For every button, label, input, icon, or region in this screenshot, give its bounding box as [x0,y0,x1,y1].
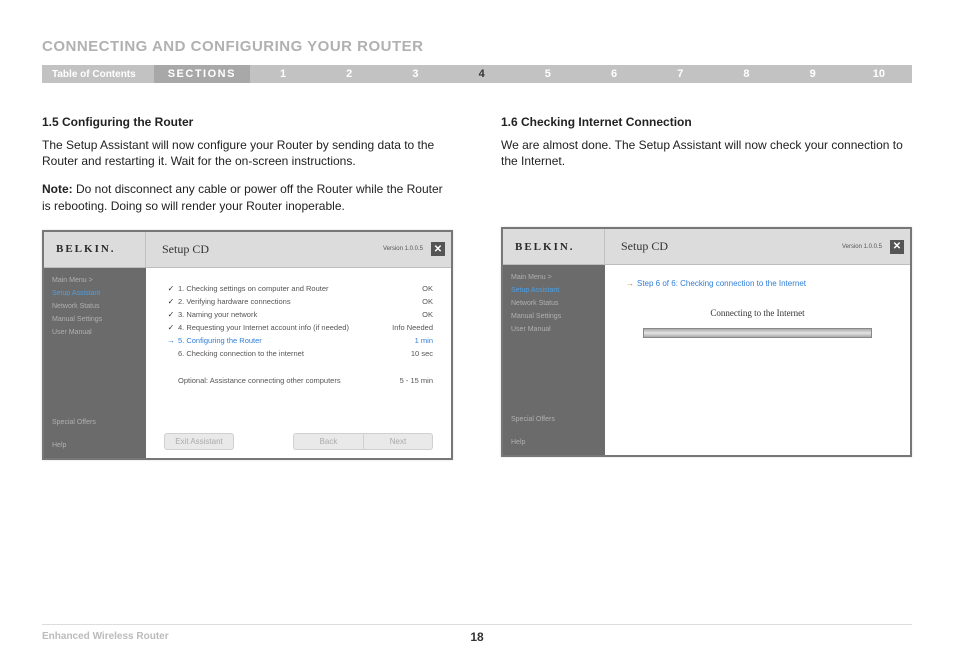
note-label: Note: [42,182,73,196]
close-icon[interactable]: ✕ [431,242,445,256]
right-heading: 1.6 Checking Internet Connection [501,115,912,129]
step-row-4: ✓ 4. Requesting your Internet account in… [164,321,433,334]
close-icon[interactable]: ✕ [890,240,904,254]
sidebar-main-menu[interactable]: Main Menu > [44,274,146,287]
connecting-label: Connecting to the Internet [623,308,892,318]
step-status: OK [383,284,433,293]
check-icon: ✓ [164,284,178,293]
step-label: 2. Verifying hardware connections [178,297,383,306]
sidebar-special-offers[interactable]: Special Offers [503,413,605,426]
version-label-left: Version 1.0.0.5 [383,246,423,252]
nav-toc[interactable]: Table of Contents [42,69,154,80]
sidebar-setup-assistant[interactable]: Setup Assistant [503,284,605,297]
sidebar-network-status[interactable]: Network Status [503,297,605,310]
step-status: 10 sec [383,349,433,358]
setup-window-right: BELKIN. Setup CD Version 1.0.0.5 ✕ Main … [501,227,912,457]
step-row-2: ✓ 2. Verifying hardware connections OK [164,295,433,308]
step-status: 1 min [383,336,433,345]
right-para1: We are almost done. The Setup Assistant … [501,137,912,169]
step-status: OK [383,297,433,306]
step-row-5: → 5. Configuring the Router 1 min [164,334,433,347]
sidebar-manual-settings[interactable]: Manual Settings [503,310,605,323]
version-label-right: Version 1.0.0.5 [842,244,882,250]
button-row: Exit Assistant Back Next [164,425,433,450]
nav-section-2[interactable]: 2 [316,68,382,80]
step-label: 3. Naming your network [178,310,383,319]
arrow-right-icon: → [623,279,637,288]
left-column: 1.5 Configuring the Router The Setup Ass… [42,115,453,460]
sidebar-help[interactable]: Help [503,436,605,449]
footer-title: Enhanced Wireless Router [42,631,169,642]
sidebar-network-status[interactable]: Network Status [44,300,146,313]
check-icon: ✓ [164,323,178,332]
progress-bar [643,328,872,338]
sidebar-left: Main Menu > Setup Assistant Network Stat… [44,268,146,458]
belkin-logo: BELKIN. [44,232,146,267]
step-row-6: 6. Checking connection to the internet 1… [164,347,433,360]
nav-section-5[interactable]: 5 [515,68,581,80]
next-button[interactable]: Next [363,433,433,450]
step-status: OK [383,310,433,319]
section-nav: Table of Contents SECTIONS 1 2 3 4 5 6 7… [42,65,912,83]
left-heading: 1.5 Configuring the Router [42,115,453,129]
nav-section-3[interactable]: 3 [382,68,448,80]
left-para1: The Setup Assistant will now configure y… [42,137,453,169]
nav-section-7[interactable]: 7 [647,68,713,80]
belkin-logo: BELKIN. [503,229,605,264]
sidebar-manual-settings[interactable]: Manual Settings [44,313,146,326]
check-icon: ✓ [164,310,178,319]
sidebar-right: Main Menu > Setup Assistant Network Stat… [503,265,605,455]
exit-assistant-button[interactable]: Exit Assistant [164,433,234,450]
setup-window-left: BELKIN. Setup CD Version 1.0.0.5 ✕ Main … [42,230,453,460]
window-title-right: Setup CD [605,239,668,254]
step-label: 1. Checking settings on computer and Rou… [178,284,383,293]
sidebar-user-manual[interactable]: User Manual [44,326,146,339]
step-header: → Step 6 of 6: Checking connection to th… [623,279,892,308]
nav-section-4[interactable]: 4 [449,68,515,80]
step-label: 5. Configuring the Router [178,336,383,345]
step-row-1: ✓ 1. Checking settings on computer and R… [164,282,433,295]
left-note: Note: Do not disconnect any cable or pow… [42,181,453,213]
nav-section-9[interactable]: 9 [780,68,846,80]
page-footer: Enhanced Wireless Router 18 [42,624,912,642]
step-header-label: Step 6 of 6: Checking connection to the … [637,279,806,288]
right-column: 1.6 Checking Internet Connection We are … [501,115,912,460]
back-button[interactable]: Back [293,433,363,450]
content-left: ✓ 1. Checking settings on computer and R… [146,268,451,458]
step-row-3: ✓ 3. Naming your network OK [164,308,433,321]
optional-row: Optional: Assistance connecting other co… [164,374,433,387]
content-right: → Step 6 of 6: Checking connection to th… [605,265,910,455]
titlebar-right: BELKIN. Setup CD Version 1.0.0.5 ✕ [503,229,910,265]
sidebar-setup-assistant[interactable]: Setup Assistant [44,287,146,300]
nav-section-10[interactable]: 10 [846,68,912,80]
nav-sections-label: SECTIONS [154,65,250,83]
titlebar-left: BELKIN. Setup CD Version 1.0.0.5 ✕ [44,232,451,268]
nav-section-6[interactable]: 6 [581,68,647,80]
optional-label: Optional: Assistance connecting other co… [178,376,383,385]
note-body: Do not disconnect any cable or power off… [42,182,443,212]
nav-section-8[interactable]: 8 [713,68,779,80]
window-title-left: Setup CD [146,242,209,257]
sidebar-help[interactable]: Help [44,439,146,452]
page-number: 18 [470,630,483,644]
page-title: CONNECTING AND CONFIGURING YOUR ROUTER [42,38,912,55]
arrow-right-icon: → [164,336,178,345]
step-label: 6. Checking connection to the internet [178,349,383,358]
nav-section-1[interactable]: 1 [250,68,316,80]
sidebar-user-manual[interactable]: User Manual [503,323,605,336]
step-status: Info Needed [383,323,433,332]
check-icon: ✓ [164,297,178,306]
step-label: 4. Requesting your Internet account info… [178,323,383,332]
sidebar-special-offers[interactable]: Special Offers [44,416,146,429]
optional-status: 5 - 15 min [383,376,433,385]
sidebar-main-menu[interactable]: Main Menu > [503,271,605,284]
